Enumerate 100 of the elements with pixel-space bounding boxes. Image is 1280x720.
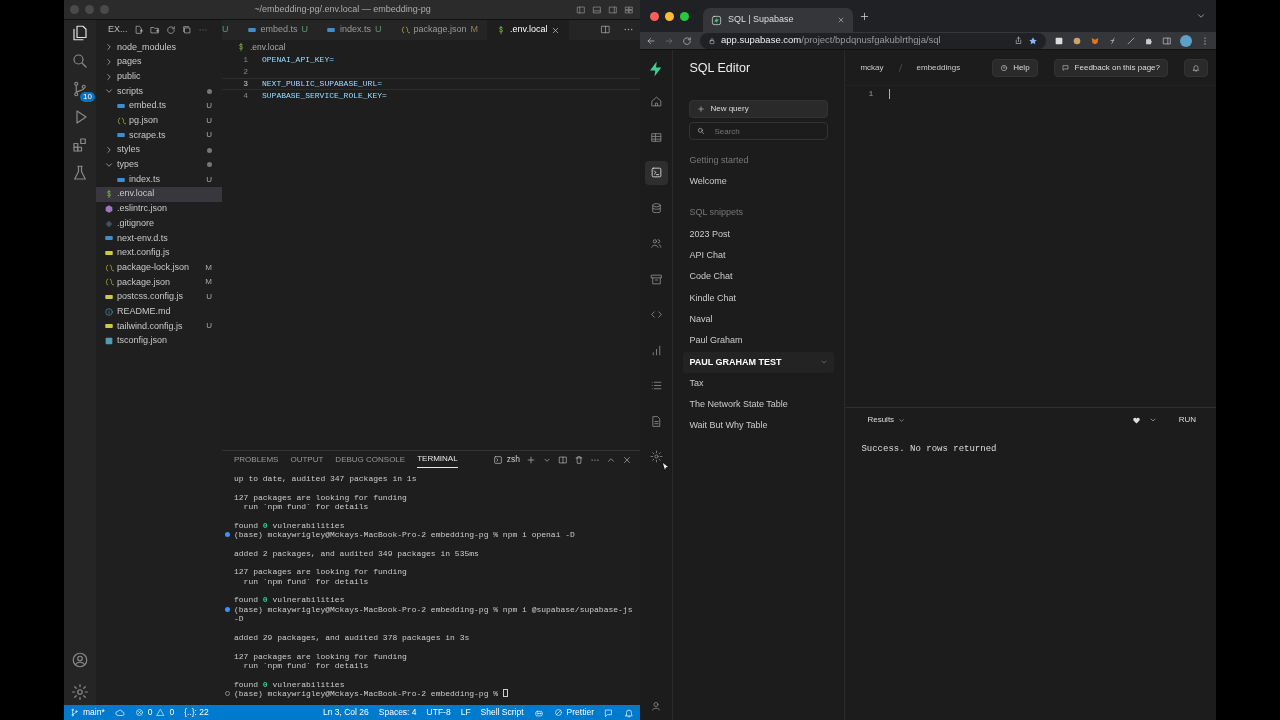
status-item[interactable]: Spaces: 4	[378, 706, 417, 719]
git-status: U	[206, 100, 212, 113]
terminal-line: run `npm fund` for details	[242, 660, 370, 671]
terminal-line: run `npm fund` for details	[242, 576, 370, 587]
git-status: U	[206, 114, 212, 127]
file-tree-item[interactable]: package.json M	[96, 275, 222, 290]
snippet-item[interactable]: The Network State Table	[689, 394, 829, 416]
snippet-item[interactable]: Kindle Chat	[689, 287, 829, 310]
snippet-item[interactable]: Welcome	[689, 171, 829, 193]
terminal-line: -D	[233, 614, 245, 624]
results-dropdown[interactable]: Results	[867, 414, 906, 426]
snippet-item[interactable]: Code Chat	[689, 266, 829, 288]
file-tree-item[interactable]: package-lock.json M	[96, 260, 222, 275]
git-status: M	[205, 261, 212, 274]
prettier-status[interactable]: Prettier	[553, 706, 594, 719]
breadcrumb[interactable]: .env.local	[250, 40, 286, 54]
shell-name[interactable]: zsh	[506, 453, 520, 466]
file-tree-item[interactable]: next.config.js	[96, 245, 222, 261]
panel-tab[interactable]: DEBUG CONSOLE	[335, 451, 406, 468]
feedback-button[interactable]: Feedback on this page?	[1053, 58, 1168, 77]
file-tree-item[interactable]: tailwind.config.js U	[96, 319, 222, 334]
help-button[interactable]: Help	[992, 58, 1038, 77]
line-number: 1	[242, 54, 249, 66]
status-item[interactable]: Shell Script	[480, 706, 524, 719]
snippet-item[interactable]: Wait But Why Table	[689, 415, 829, 437]
address-bar[interactable]: app.supabase.com/project/bpdqnusfgakublrthgja/sql	[700, 32, 1046, 49]
file-tree-item[interactable]: pg.json U	[96, 113, 222, 129]
status-item[interactable]: Ln 3, Col 26	[322, 706, 369, 719]
git-status: U	[206, 291, 212, 304]
file-tree-item[interactable]: .gitignore	[96, 216, 222, 231]
terminal-line: (base) mckaywrigley@Mckays-MacBook-Pro-2 embedding-pg % npm i openai -D	[222, 530, 640, 540]
editor-tab[interactable]: .env.local	[487, 20, 570, 40]
explorer-title: EX...	[108, 23, 128, 37]
run-button[interactable]: RUN	[1172, 413, 1202, 427]
terminal-line: run `npm fund` for details	[242, 502, 370, 512]
status-item[interactable]: {..}: 22	[184, 706, 209, 719]
file-tree-item[interactable]: embed.ts U	[96, 98, 222, 114]
terminal-line: added 29 packages, and audited 378 packages in 3s	[233, 632, 471, 643]
snippet-item[interactable]: Paul Graham	[689, 330, 829, 352]
problems-status[interactable]: 0 0	[134, 706, 175, 719]
file-tree-item[interactable]: styles	[96, 142, 222, 158]
window-title: ~/embedding-pg/.env.local — embedding-pg	[253, 2, 432, 16]
browser-tab[interactable]: SQL | Supabase	[703, 8, 853, 32]
file-tree-item[interactable]: node_modules	[96, 40, 222, 55]
line-number: 3	[242, 78, 249, 90]
file-tree-item[interactable]: pages	[96, 54, 222, 70]
line-number: 1	[867, 88, 874, 100]
line-number: 4	[242, 90, 249, 102]
terminal-line: (base) mckaywrigley@Mckays-MacBook-Pro-2 embedding-pg %	[222, 688, 640, 699]
page-title: SQL Editor	[689, 59, 752, 77]
file-tree-item[interactable]: scripts	[96, 84, 222, 99]
status-item[interactable]: UTF-8	[426, 706, 451, 719]
terminal-line: found 0 vulnerabilities	[233, 520, 346, 531]
snippet-item[interactable]: Tax	[689, 372, 829, 395]
file-tree-item[interactable]: scrape.ts U	[96, 128, 222, 143]
terminal-line: added 2 packages, and audited 349 packages in 535ms	[233, 548, 480, 559]
snippet-item[interactable]: PAUL GRAHAM TEST	[683, 351, 835, 373]
terminal-line: up to date, audited 347 packages in 1s	[233, 474, 418, 484]
file-tree-item[interactable]: types	[96, 157, 222, 173]
panel-tab[interactable]: TERMINAL	[417, 451, 458, 468]
file-tree-item[interactable]: README.md	[96, 304, 222, 320]
file-tree-item[interactable]: .env.local	[96, 186, 222, 202]
warning-count: 0	[169, 706, 175, 719]
section-heading: SQL snippets	[689, 206, 745, 220]
terminal-line: 127 packages are looking for funding	[233, 567, 408, 577]
git-status: U	[206, 320, 212, 333]
terminal-line: 127 packages are looking for funding	[233, 651, 408, 661]
result-message: Success. No rows returned	[860, 442, 998, 456]
branch-status[interactable]: main*	[70, 706, 105, 719]
search-field[interactable]: Search	[689, 122, 829, 140]
file-tree-item[interactable]: public	[96, 69, 222, 85]
status-item[interactable]: LF	[460, 706, 471, 719]
file-tree-item[interactable]: index.ts U	[96, 172, 222, 187]
snippet-item[interactable]: 2023 Post	[689, 223, 829, 246]
git-status: U	[206, 173, 212, 186]
terminal-line: found 0 vulnerabilities	[233, 595, 346, 605]
new-query-button[interactable]: New query	[689, 100, 829, 118]
breadcrumb[interactable]: mckay	[860, 61, 884, 74]
section-heading: Getting started	[689, 153, 750, 167]
git-status: U	[206, 129, 212, 142]
line-number: 2	[242, 66, 249, 78]
count-badge: 10	[80, 92, 95, 102]
file-tree-item[interactable]: postcss.config.js U	[96, 289, 222, 305]
terminal-line: found 0 vulnerabilities	[233, 679, 346, 689]
url-text: app.supabase.com/project/bpdqnusfgakublrthgja/sql	[721, 33, 941, 48]
snippet-item[interactable]: API Chat	[689, 245, 829, 267]
code-line: NEXT_PUBLIC_SUPABASE_URL=	[262, 78, 383, 90]
file-tree-item[interactable]: tsconfig.json	[96, 333, 222, 349]
code-line: SUPABASE_SERVICE_ROLE_KEY=	[262, 90, 387, 102]
panel-tab[interactable]: PROBLEMS	[234, 451, 279, 468]
file-tree-item[interactable]: next-env.d.ts	[96, 230, 222, 246]
git-status: M	[205, 276, 212, 289]
panel-tab[interactable]: OUTPUT	[290, 451, 324, 468]
terminal-line: (base) mckaywrigley@Mckays-MacBook-Pro-2 embedding-pg % npm i @supabase/supabase-js	[222, 604, 640, 615]
breadcrumb[interactable]: embeddings	[916, 61, 961, 74]
terminal-line: 127 packages are looking for funding	[233, 492, 408, 503]
code-line: OPENAI_API_KEY=	[262, 54, 334, 66]
search-input[interactable]: Search	[710, 124, 821, 138]
snippet-item[interactable]: Naval	[689, 309, 829, 331]
file-tree-item[interactable]: .eslintrc.json	[96, 201, 222, 217]
